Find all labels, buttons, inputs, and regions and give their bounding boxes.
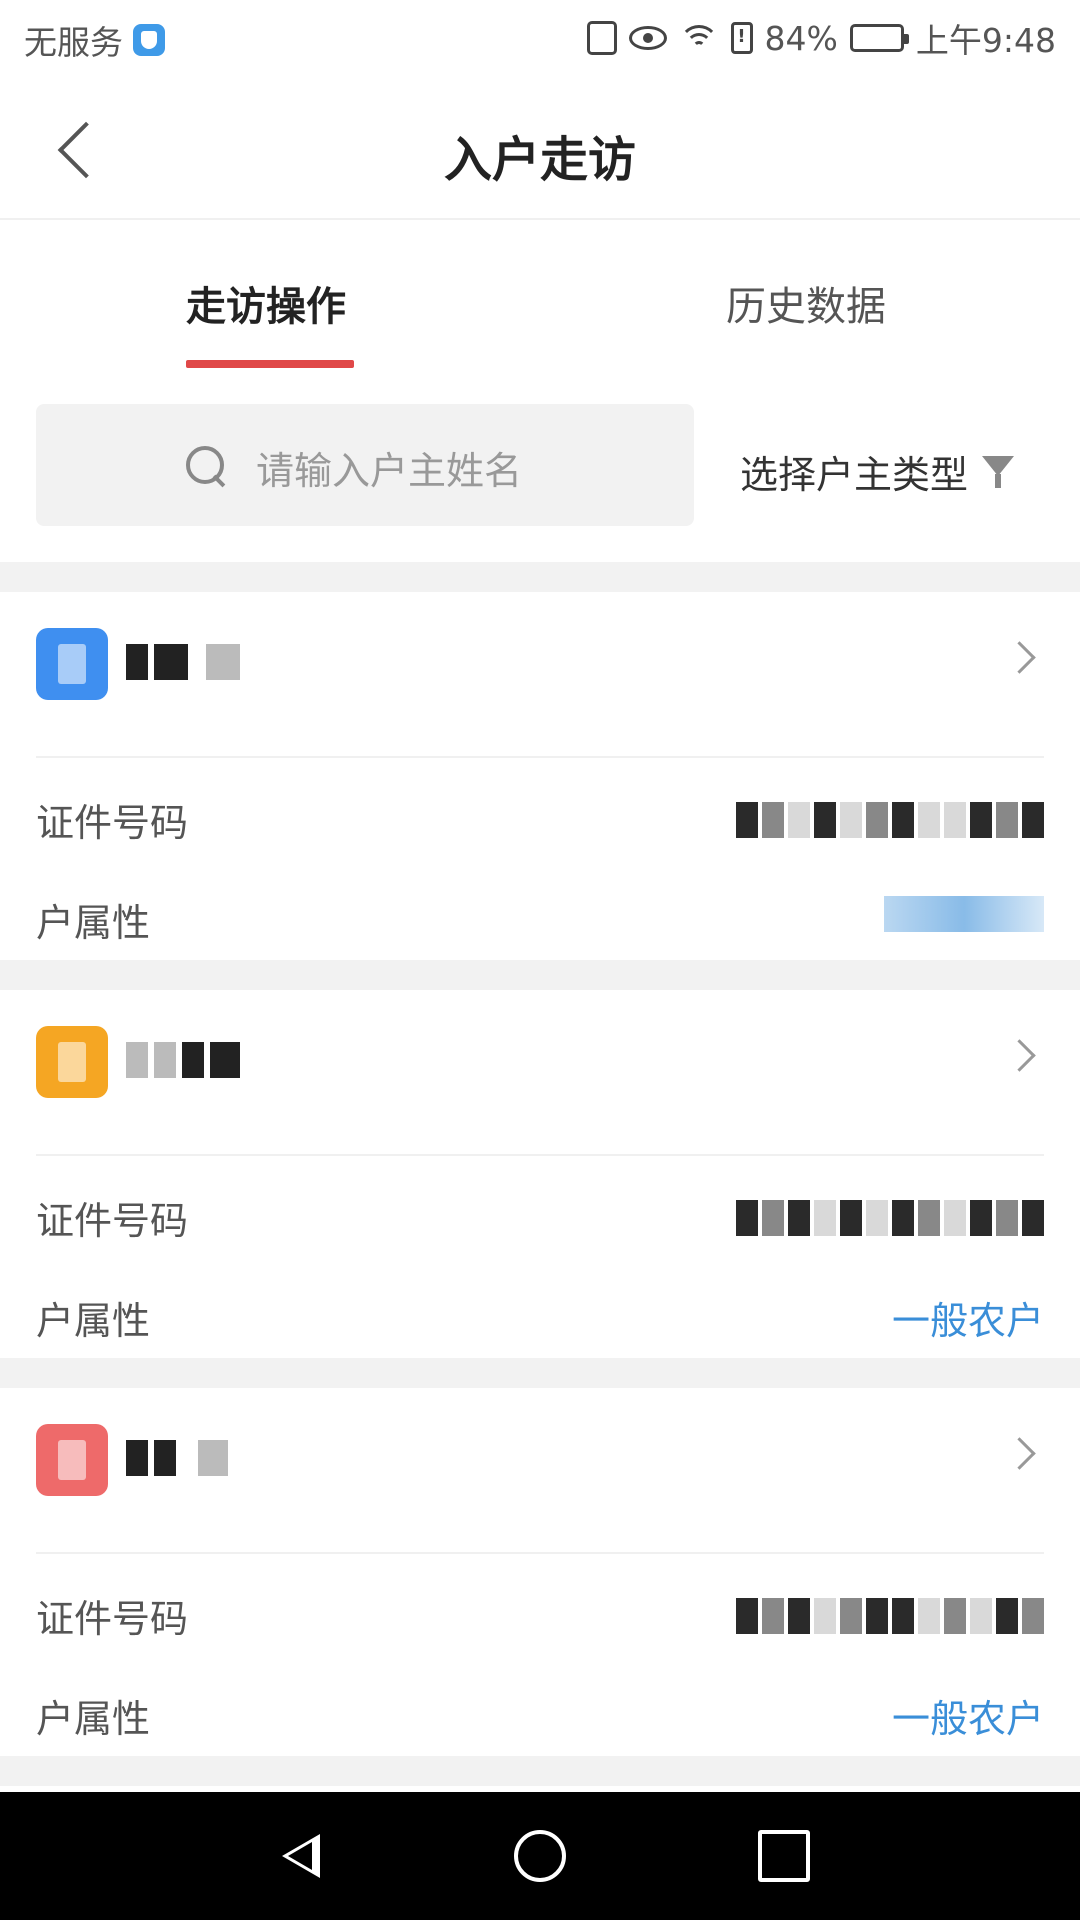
- list-gap: [0, 1358, 1080, 1388]
- household-type-filter[interactable]: 选择户主类型: [740, 444, 1022, 499]
- household-card[interactable]: 证件号码 户属性 一般农户: [0, 990, 1080, 1358]
- chevron-right-icon[interactable]: [1006, 1438, 1036, 1468]
- household-card[interactable]: 证件号码 户属性: [0, 592, 1080, 960]
- id-number-label: 证件号码: [36, 1597, 189, 1641]
- household-avatar-icon: [36, 628, 108, 700]
- card-divider: [36, 1154, 1044, 1156]
- nav-back-icon[interactable]: [274, 1830, 326, 1882]
- active-tab-indicator: [186, 360, 354, 368]
- chevron-right-icon[interactable]: [1006, 642, 1036, 672]
- nav-home-icon[interactable]: [514, 1830, 566, 1882]
- search-row: 请输入户主姓名 选择户主类型: [0, 370, 1080, 562]
- page-title: 入户走访: [443, 132, 636, 188]
- battery-percent: 84%: [764, 18, 838, 58]
- battery-alert-icon: !: [730, 20, 753, 56]
- list-gap: [0, 562, 1080, 592]
- status-left: 无服务: [24, 16, 165, 64]
- id-number-redacted: [736, 1200, 1044, 1236]
- chevron-right-icon[interactable]: [1006, 1040, 1036, 1070]
- household-card-header[interactable]: [0, 1388, 1080, 1522]
- household-attribute-value-redacted: [884, 896, 1044, 932]
- id-number-redacted: [736, 1598, 1044, 1634]
- vibrate-icon: [586, 20, 617, 56]
- household-name-redacted: [126, 644, 240, 680]
- system-nav-bar: [0, 1792, 1080, 1920]
- eye-comfort-icon: [628, 20, 667, 56]
- tab-bar: 走访操作 历史数据: [0, 222, 1080, 370]
- search-placeholder: 请输入户主姓名: [256, 449, 523, 493]
- status-right: ! 84% 上午9:48: [586, 14, 1056, 62]
- household-attribute-label: 户属性: [36, 901, 151, 945]
- household-card[interactable]: 证件号码 户属性 一般农户: [0, 1388, 1080, 1756]
- household-avatar-icon: [36, 1026, 108, 1098]
- search-input[interactable]: 请输入户主姓名: [36, 404, 694, 526]
- household-attribute-value: 一般农户: [891, 1299, 1044, 1343]
- search-icon: [184, 444, 228, 488]
- filter-label: 选择户主类型: [740, 453, 969, 497]
- list-gap: [0, 1756, 1080, 1786]
- battery-icon: [849, 20, 909, 56]
- card-divider: [36, 756, 1044, 758]
- nav-bar: 入户走访: [0, 78, 1080, 220]
- nav-recents-icon[interactable]: [758, 1830, 810, 1882]
- household-card-header[interactable]: [0, 592, 1080, 726]
- list-gap: [0, 960, 1080, 990]
- card-divider: [36, 1552, 1044, 1554]
- id-number-redacted: [736, 802, 1044, 838]
- household-attribute-label: 户属性: [36, 1299, 151, 1343]
- carrier-text: 无服务: [24, 23, 123, 62]
- household-list: 证件号码 户属性 证件号码 户属性 一般农户 证件号码 户属性 一般农户: [0, 562, 1080, 1786]
- status-bar: 无服务 ! 84% 上午9:48: [0, 0, 1080, 78]
- filter-icon: [982, 452, 1022, 492]
- household-attribute-value: 一般农户: [891, 1697, 1044, 1741]
- tab-history-data[interactable]: 历史数据: [726, 274, 886, 332]
- id-number-label: 证件号码: [36, 801, 189, 845]
- tab-visit-operation[interactable]: 走访操作: [186, 274, 346, 332]
- household-name-redacted: [126, 1440, 228, 1476]
- clock: 上午9:48: [915, 21, 1056, 60]
- id-number-label: 证件号码: [36, 1199, 189, 1243]
- shield-icon: [133, 24, 165, 56]
- household-attribute-label: 户属性: [36, 1697, 151, 1741]
- household-name-redacted: [126, 1042, 240, 1078]
- wifi-icon: [678, 20, 719, 56]
- household-card-header[interactable]: [0, 990, 1080, 1124]
- household-avatar-icon: [36, 1424, 108, 1496]
